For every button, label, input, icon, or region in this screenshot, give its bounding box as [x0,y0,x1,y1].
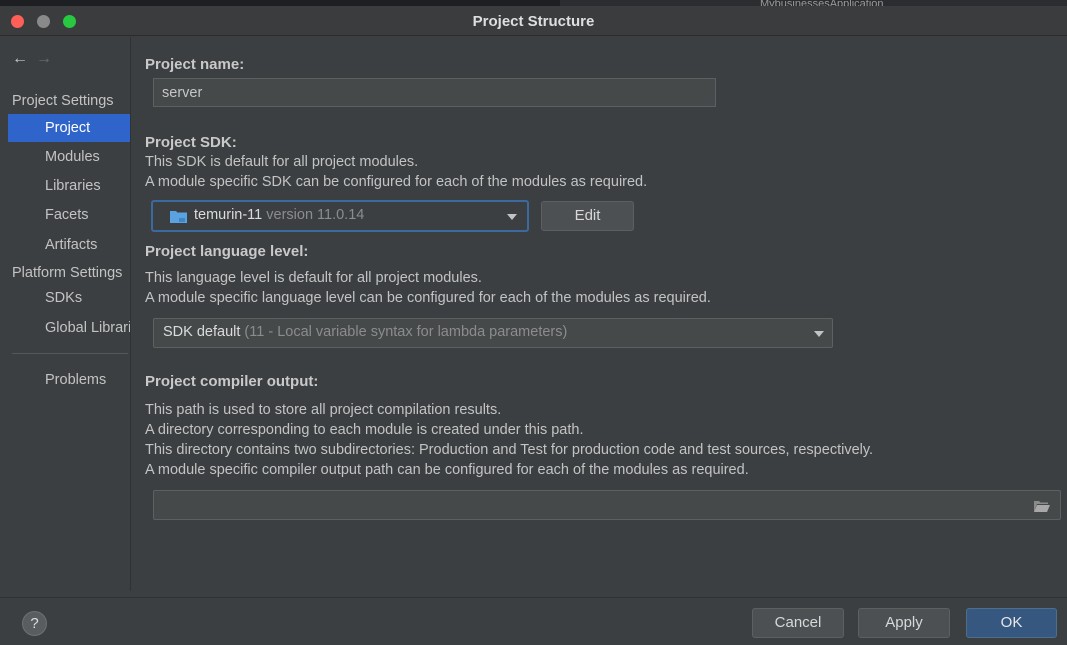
project-compiler-output-label: Project compiler output: [145,373,319,390]
language-level-dropdown[interactable]: SDK default (11 - Local variable syntax … [153,318,833,348]
back-arrow-icon[interactable]: ← [12,50,28,67]
ok-button[interactable]: OK [966,608,1057,638]
chevron-down-icon [814,331,824,337]
compiler-description-line-2: A directory corresponding to each module… [145,422,584,438]
apply-button[interactable]: Apply [858,608,950,638]
sidebar-divider [12,353,128,354]
sidebar-item-artifacts[interactable]: Artifacts [8,231,130,259]
dialog-title: Project Structure [472,13,595,30]
sidebar-item-libraries[interactable]: Libraries [8,172,130,200]
platform-settings-header: Platform Settings [12,265,123,281]
browse-folder-icon[interactable] [1034,500,1050,512]
project-name-label: Project name: [145,56,245,73]
edit-sdk-button[interactable]: Edit [541,201,634,231]
forward-arrow-icon[interactable]: → [36,50,52,67]
language-level-name: SDK default [163,324,241,340]
cancel-button[interactable]: Cancel [752,608,844,638]
project-name-field[interactable]: server [153,78,716,107]
compiler-description-line-4: A module specific compiler output path c… [145,462,749,478]
language-description-line-1: This language level is default for all p… [145,270,482,286]
compiler-description-line-1: This path is used to store all project c… [145,402,502,418]
project-settings-header: Project Settings [12,93,114,109]
sdk-description-line-2: A module specific SDK can be configured … [145,174,648,190]
sdk-folder-icon [170,211,187,223]
language-level-detail: (11 - Local variable syntax for lambda p… [244,324,568,340]
sidebar-item-modules[interactable]: Modules [8,143,130,171]
dialog-footer: ? Cancel Apply OK [0,597,1067,645]
project-settings-panel: Project name: server Project SDK: This S… [131,37,1067,591]
chevron-down-icon [507,214,517,220]
sidebar-item-sdks[interactable]: SDKs [8,284,130,312]
sidebar-item-facets[interactable]: Facets [8,201,130,229]
help-button[interactable]: ? [22,611,47,636]
language-description-line-2: A module specific language level can be … [145,290,711,306]
project-language-level-label: Project language level: [145,243,309,260]
sidebar: ← → Project Settings Project Modules Libr… [8,37,131,591]
sidebar-item-global-libraries[interactable]: Global Libraries [8,314,130,342]
sdk-version: version 11.0.14 [266,207,365,223]
history-navigation: ← → [12,50,52,68]
sdk-description-line-1: This SDK is default for all project modu… [145,154,419,170]
sidebar-item-project[interactable]: Project [8,114,130,142]
language-level-value: SDK default (11 - Local variable syntax … [163,324,567,340]
compiler-description-line-3: This directory contains two subdirectori… [145,442,874,458]
compiler-output-path-field[interactable] [153,490,1061,520]
sdk-name: temurin-11 [194,207,263,223]
title-bar: Project Structure [0,6,1067,36]
sidebar-item-problems[interactable]: Problems [8,366,130,394]
sdk-value: temurin-11 version 11.0.14 [194,207,364,223]
project-sdk-label: Project SDK: [145,134,237,151]
project-sdk-dropdown[interactable]: temurin-11 version 11.0.14 [151,200,529,232]
